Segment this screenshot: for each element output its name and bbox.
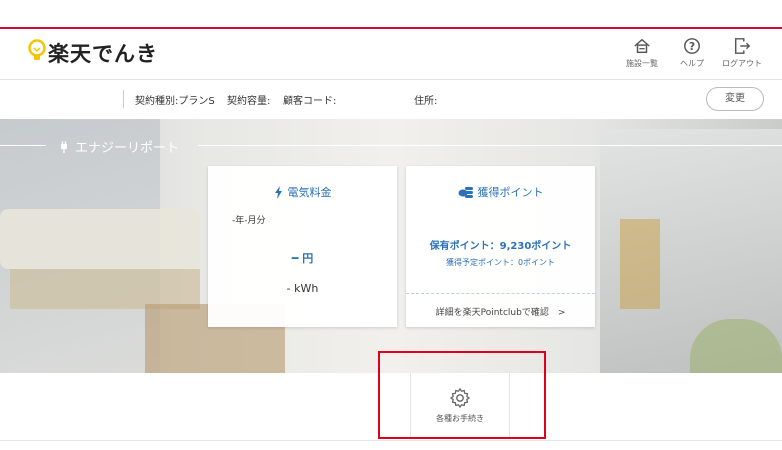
section-title: エナジーリポート: [58, 137, 179, 156]
plug-icon: [61, 141, 67, 153]
electricity-bill-card[interactable]: 電気料金 -年-月分 ━ 円 - kWh: [208, 166, 397, 327]
change-button[interactable]: 変更: [706, 87, 764, 111]
points-card-title-text: 獲得ポイント: [477, 186, 544, 199]
points-card-title: 獲得ポイント: [406, 184, 595, 200]
info-divider: [123, 90, 124, 108]
address: 住所:: [414, 96, 438, 107]
background-jar: [620, 219, 660, 309]
contract-info-bar: 契約種別:プランS 契約容量: 顧客コード: 住所: 変更: [0, 79, 782, 119]
highlight-box: [378, 351, 546, 439]
nav-logout-label: ログアウト: [722, 59, 762, 68]
contract-capacity: 契約容量:: [227, 96, 271, 107]
home-icon: [634, 38, 650, 54]
customer-code: 顧客コード:: [283, 96, 337, 107]
logo[interactable]: 楽天でんき: [28, 39, 158, 67]
svg-text:?: ?: [689, 40, 695, 53]
section-line-right: [198, 145, 782, 146]
usage-kwh: - kWh: [286, 282, 319, 295]
background-sofa: [0, 209, 200, 269]
contract-type: 契約種別:プランS: [135, 96, 215, 107]
rakuten-denki-page: 楽天でんき 施設一覧 ? ヘルプ ログアウト 契約種別:プランS 契約容量: 顧…: [0, 0, 782, 450]
nav-help[interactable]: ? ヘルプ: [672, 37, 712, 69]
section-line-left: [0, 145, 46, 146]
nav-facilities[interactable]: 施設一覧: [622, 37, 662, 69]
background-table: [10, 269, 200, 309]
points-planned: 獲得予定ポイント：0ポイント: [445, 258, 556, 267]
points-card: 獲得ポイント 保有ポイント：9,230ポイント 獲得予定ポイント：0ポイント 詳…: [406, 166, 595, 327]
nav-logout[interactable]: ログアウト: [722, 37, 762, 69]
coins-icon: [458, 187, 473, 198]
help-icon: ?: [684, 38, 700, 54]
points-held: 保有ポイント：9,230ポイント: [429, 241, 572, 252]
section-header: エナジーリポート: [0, 136, 782, 156]
section-title-text: エナジーリポート: [75, 141, 180, 156]
electricity-card-title-text: 電気料金: [287, 186, 332, 199]
bottom-rule: [0, 440, 782, 441]
energy-report-hero: エナジーリポート 電気料金 -年-月分 ━ 円 - kWh 獲得ポイント 保有ポ…: [0, 119, 782, 373]
header: 楽天でんき 施設一覧 ? ヘルプ ログアウト: [0, 29, 782, 79]
card-divider: [406, 293, 595, 294]
lightbulb-logo-icon: [28, 39, 46, 67]
electricity-card-title: 電気料金: [208, 184, 397, 200]
pointclub-link[interactable]: 詳細を楽天Pointclubで確認 >: [406, 305, 595, 318]
billing-period: -年-月分: [232, 216, 266, 226]
bill-amount: ━ 円: [291, 252, 314, 265]
logout-icon: [734, 38, 751, 54]
header-nav: 施設一覧 ? ヘルプ ログアウト: [622, 37, 762, 69]
nav-help-label: ヘルプ: [680, 59, 704, 68]
nav-facilities-label: 施設一覧: [626, 59, 658, 68]
lightning-icon: [274, 185, 282, 199]
logo-text: 楽天でんき: [48, 42, 158, 66]
